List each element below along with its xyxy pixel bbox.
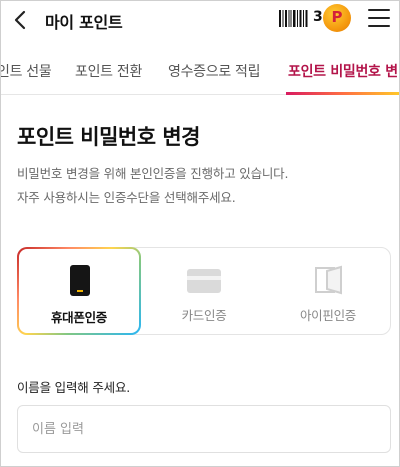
description-line-2: 자주 사용하시는 인증수단을 선택해주세요. [17,190,236,205]
point-badge-button[interactable]: P [323,4,351,32]
auth-method-phone-surface: 휴대폰인증 [19,249,139,333]
auth-method-selector: 휴대폰인증 카드인증 아이핀인증 [17,247,391,335]
page-title: 포인트 비밀번호 변경 [17,125,201,149]
auth-method-phone[interactable]: 휴대폰인증 [17,247,141,335]
back-arrow-icon [14,10,26,30]
tab-bar: 인트 선물 포인트 전환 영수증으로 적립 포인트 비밀번호 변 [1,51,399,95]
back-button[interactable] [9,7,33,33]
ipin-icon [315,265,342,295]
barcode-count: 3 [313,9,323,25]
menu-icon-line [368,25,390,27]
point-p-icon: P [331,8,343,26]
barcode-button[interactable] [279,10,309,27]
tab-receipt-earn[interactable]: 영수증으로 적립 [168,61,261,81]
auth-method-label: 휴대폰인증 [50,310,107,325]
name-input[interactable] [17,405,391,453]
top-app-bar: 마이 포인트 3 P [1,1,399,41]
tab-point-password-change[interactable]: 포인트 비밀번호 변 [288,61,398,81]
tab-point-transfer[interactable]: 포인트 전환 [75,61,142,81]
auth-method-label: 카드인증 [181,308,227,323]
hamburger-menu-button[interactable] [368,8,390,28]
menu-icon-line [368,9,390,11]
description-line-1: 비밀번호 변경을 위해 본인인증을 진행하고 있습니다. [17,166,289,181]
phone-icon [70,265,90,296]
tab-point-gift[interactable]: 인트 선물 [1,61,52,81]
auth-method-card[interactable]: 카드인증 [142,247,266,335]
app-frame: 마이 포인트 3 P 인트 선물 포인트 전환 영수증으로 적립 포인트 비밀번… [0,0,400,467]
card-icon [187,269,221,293]
auth-method-label: 아이핀인증 [299,308,356,323]
barcode-icon [279,10,308,27]
name-field-label: 이름을 입력해 주세요. [17,380,131,395]
page-header-title: 마이 포인트 [45,13,123,32]
active-tab-indicator [286,92,399,95]
menu-icon-line [368,17,390,19]
auth-method-ipin[interactable]: 아이핀인증 [266,247,390,335]
